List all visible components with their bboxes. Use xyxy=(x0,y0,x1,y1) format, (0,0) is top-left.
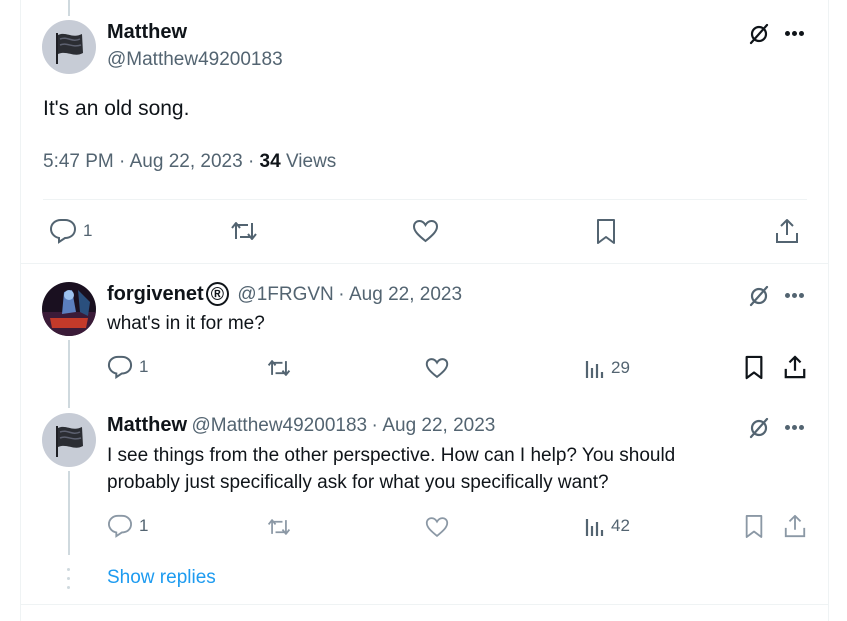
like-button[interactable] xyxy=(425,356,449,380)
reply-count: 1 xyxy=(139,357,149,376)
divider xyxy=(21,263,828,264)
show-replies-link[interactable]: Show replies xyxy=(107,567,216,589)
avatar[interactable] xyxy=(42,282,96,336)
retweet-button[interactable] xyxy=(266,515,292,539)
retweet-icon xyxy=(267,360,291,376)
heart-icon xyxy=(425,358,449,379)
more-icon[interactable] xyxy=(785,425,807,431)
thread-line-top xyxy=(68,0,70,16)
tweet-date[interactable]: Aug 22, 2023 xyxy=(382,415,495,436)
author-handle[interactable]: @Matthew49200183 xyxy=(191,415,367,436)
share-button[interactable] xyxy=(783,513,807,539)
more-replies-dots-icon xyxy=(67,568,71,592)
share-icon xyxy=(784,355,806,379)
reply-button[interactable]: 1 xyxy=(107,514,148,538)
retweet-button[interactable] xyxy=(266,356,292,380)
meta-sep: · xyxy=(371,415,378,436)
divider xyxy=(21,604,828,605)
tweet-date[interactable]: Aug 22, 2023 xyxy=(349,284,462,305)
author-name[interactable]: forgivenet xyxy=(107,283,204,305)
avatar-flag-image xyxy=(42,20,96,74)
tweet-time[interactable]: 5:47 PM xyxy=(43,151,114,172)
share-button[interactable] xyxy=(783,354,807,380)
divider xyxy=(43,199,807,200)
tweet-date[interactable]: Aug 22, 2023 xyxy=(130,151,243,172)
views-count: 42 xyxy=(611,516,630,535)
bookmark-button[interactable] xyxy=(743,355,765,380)
reply-icon xyxy=(49,219,77,244)
reply-icon xyxy=(107,355,133,379)
retweet-icon xyxy=(267,519,291,535)
more-icon[interactable] xyxy=(785,293,807,299)
reply-count: 1 xyxy=(139,516,149,535)
tweet-meta: 5:47 PM · Aug 22, 2023 · 34 Views xyxy=(43,151,336,173)
retweet-icon xyxy=(231,222,257,240)
heart-icon xyxy=(412,219,439,243)
author-badge: ® xyxy=(205,282,229,306)
avatar[interactable] xyxy=(42,20,96,74)
views-button[interactable]: 42 xyxy=(585,514,630,538)
tweet-text: what's in it for me? xyxy=(107,313,265,334)
meta-sep: · xyxy=(119,151,126,172)
reply-button[interactable]: 1 xyxy=(49,218,92,244)
tweet-text-line2: probably just specifically ask for what … xyxy=(107,472,609,493)
like-button[interactable] xyxy=(412,218,439,244)
author-name[interactable]: Matthew xyxy=(107,21,187,43)
reply-icon xyxy=(107,514,133,538)
grok-icon[interactable] xyxy=(747,284,771,308)
thread-line xyxy=(68,340,70,408)
reply-count: 1 xyxy=(83,221,93,240)
bookmark-button[interactable] xyxy=(594,218,618,245)
author-handle[interactable]: @1FRGVN xyxy=(237,284,333,305)
avatar[interactable] xyxy=(42,413,96,467)
views-count: 34 xyxy=(259,151,281,172)
more-icon[interactable] xyxy=(785,31,807,37)
bookmark-icon xyxy=(745,515,763,538)
reply-button[interactable]: 1 xyxy=(107,355,148,379)
like-button[interactable] xyxy=(425,515,449,539)
views-count: 29 xyxy=(611,358,630,377)
bookmark-icon xyxy=(745,355,763,380)
views-button[interactable]: 29 xyxy=(585,356,630,380)
meta-sep: · xyxy=(247,151,255,172)
meta-sep: · xyxy=(338,284,345,305)
analytics-icon xyxy=(585,361,604,378)
share-icon xyxy=(776,219,798,243)
thread-line xyxy=(68,471,70,555)
tweet-text: It's an old song. xyxy=(43,97,190,120)
author-handle[interactable]: @Matthew49200183 xyxy=(107,49,283,70)
retweet-button[interactable] xyxy=(229,218,259,244)
views-label: Views xyxy=(285,151,337,172)
grok-icon[interactable] xyxy=(747,416,771,440)
share-button[interactable] xyxy=(774,217,800,245)
analytics-icon xyxy=(585,519,604,536)
bookmark-button[interactable] xyxy=(743,514,765,539)
bookmark-icon xyxy=(597,219,615,244)
author-name[interactable]: Matthew xyxy=(107,414,187,436)
avatar-image xyxy=(42,282,96,336)
heart-icon xyxy=(425,517,449,538)
avatar-flag-image xyxy=(42,413,96,467)
share-icon xyxy=(784,514,806,538)
tweet-text-line1: I see things from the other perspective.… xyxy=(107,445,676,466)
grok-icon[interactable] xyxy=(747,22,771,46)
